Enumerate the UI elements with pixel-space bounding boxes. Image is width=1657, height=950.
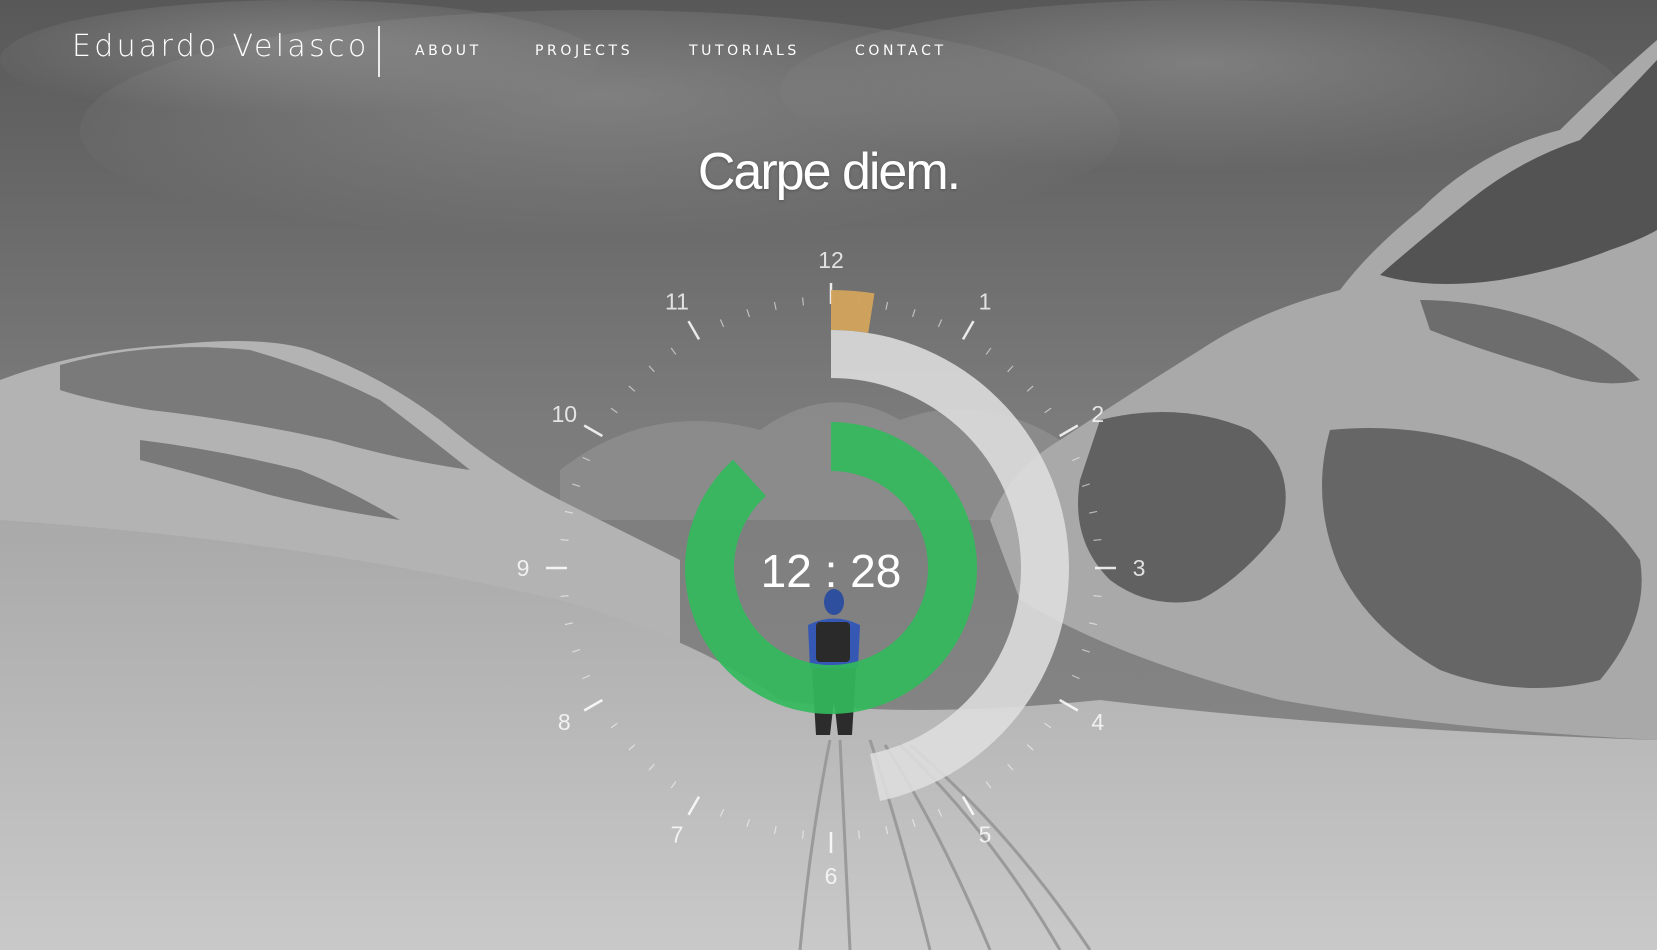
minute-tick: [564, 622, 573, 626]
hour-tick: [961, 796, 975, 816]
hours-ring: [831, 290, 875, 333]
hour-tick: [1059, 698, 1079, 712]
hour-numeral-10: 10: [551, 401, 577, 427]
minute-tick: [610, 407, 618, 414]
minute-tick: [1044, 407, 1052, 414]
hero-headline: Carpe diem.: [697, 143, 961, 201]
minute-tick: [1081, 649, 1090, 653]
minute-tick: [648, 365, 655, 373]
hour-numeral-9: 9: [517, 555, 530, 581]
hour-tick: [961, 320, 975, 340]
hour-numeral-1: 1: [979, 288, 992, 314]
hour-numeral-5: 5: [979, 822, 992, 848]
hour-numeral-12: 12: [818, 247, 844, 273]
minute-tick: [1093, 594, 1102, 598]
minute-tick: [648, 763, 655, 771]
hour-numeral-7: 7: [671, 822, 684, 848]
minute-tick: [628, 744, 636, 751]
minute-tick: [564, 510, 573, 514]
minute-tick: [1026, 385, 1034, 392]
minute-tick: [1026, 744, 1034, 751]
minute-tick: [1071, 674, 1080, 680]
minute-tick: [746, 818, 750, 827]
minute-tick: [670, 347, 677, 355]
nav-link-about[interactable]: ABOUT: [415, 43, 482, 59]
minute-tick: [582, 674, 591, 680]
minute-tick: [985, 781, 992, 789]
nav-divider: [378, 26, 380, 77]
minute-tick: [1044, 722, 1052, 729]
nav-link-projects[interactable]: PROJECTS: [535, 43, 633, 59]
minute-tick: [773, 826, 777, 835]
minute-tick: [572, 483, 581, 487]
minute-tick: [582, 456, 591, 462]
minute-tick: [985, 347, 992, 355]
hour-tick: [687, 796, 701, 816]
hero-section: 12 1 2 3 4 5 6 7 8 9 10 11 12 : 28 Eduardo Velasco …: [0, 0, 1657, 950]
minute-tick: [773, 301, 777, 310]
minute-tick: [670, 781, 677, 789]
hour-numeral-4: 4: [1091, 709, 1104, 735]
hour-tick: [687, 320, 701, 340]
minute-tick: [885, 826, 889, 835]
site-brand-logo[interactable]: Eduardo Velasco: [72, 29, 369, 64]
digital-time-display: 12 : 28: [761, 545, 902, 597]
hour-tick: [583, 424, 603, 438]
minute-tick: [1007, 365, 1014, 373]
minute-tick: [746, 309, 750, 318]
nav-link-contact[interactable]: CONTACT: [855, 43, 947, 59]
hour-numeral-2: 2: [1091, 401, 1104, 427]
hour-numeral-6: 6: [825, 863, 838, 889]
minute-tick: [572, 649, 581, 653]
minute-tick: [719, 319, 725, 328]
minute-tick: [1093, 538, 1102, 542]
minute-tick: [801, 830, 805, 839]
minute-tick: [560, 538, 569, 542]
hour-numeral-11: 11: [665, 288, 689, 314]
minute-tick: [937, 319, 943, 328]
hour-numeral-8: 8: [558, 709, 571, 735]
minute-tick: [1089, 622, 1098, 626]
minute-tick: [912, 309, 916, 318]
minute-tick: [885, 301, 889, 310]
minute-tick: [937, 808, 943, 817]
minute-tick: [610, 722, 618, 729]
nav-link-tutorials[interactable]: TUTORIALS: [689, 43, 800, 59]
hour-numeral-3: 3: [1133, 555, 1146, 581]
minute-tick: [628, 385, 636, 392]
minute-tick: [1071, 456, 1080, 462]
minute-tick: [1007, 763, 1014, 771]
minute-tick: [1089, 510, 1098, 514]
minute-tick: [560, 594, 569, 598]
hour-tick: [1059, 424, 1079, 438]
minute-tick: [719, 808, 725, 817]
top-navigation-bar: Eduardo Velasco ABOUT PROJECTS TUTORIALS…: [0, 0, 1657, 102]
minute-tick: [801, 297, 805, 306]
minute-tick: [912, 818, 916, 827]
minute-tick: [1081, 483, 1090, 487]
minute-tick: [857, 830, 861, 839]
hour-tick: [583, 698, 603, 712]
